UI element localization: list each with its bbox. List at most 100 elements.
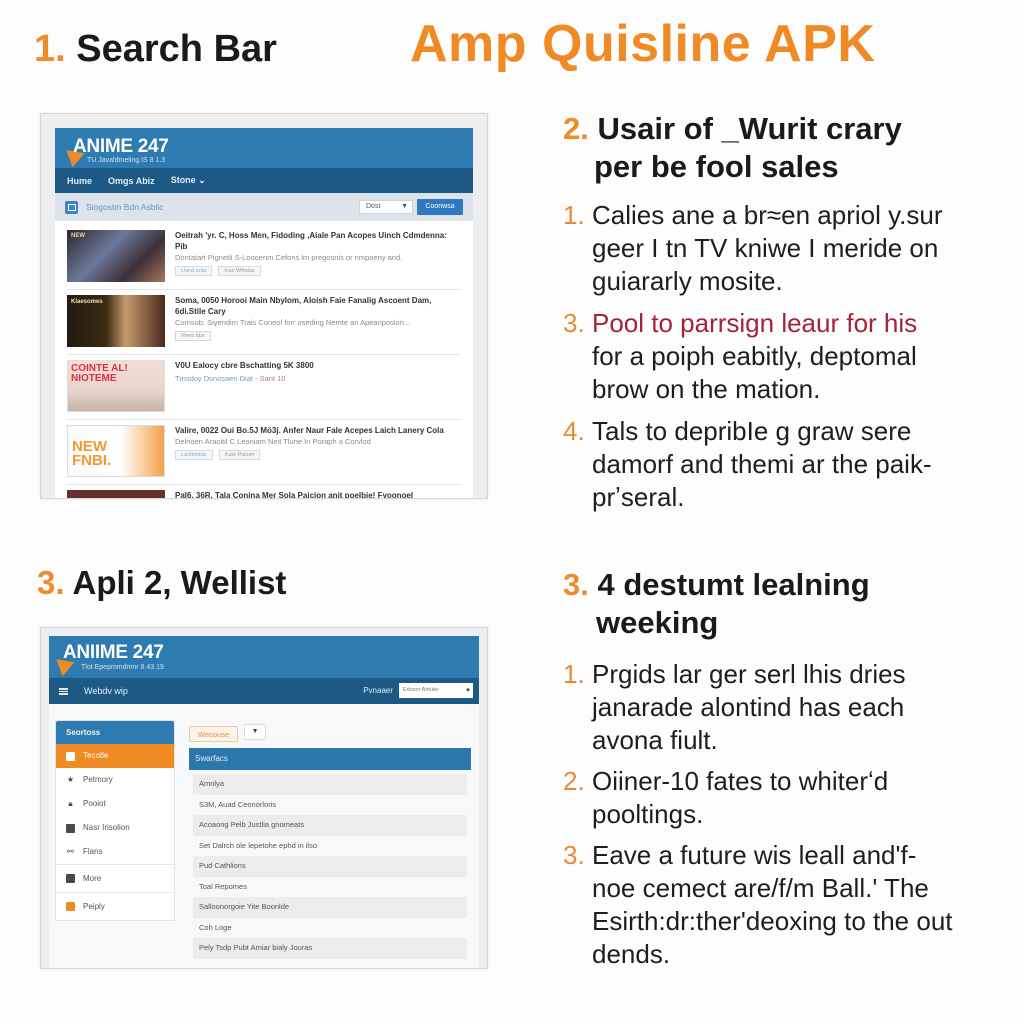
list-item[interactable]: Coh Loge <box>193 918 467 939</box>
list-item[interactable]: Set Dalrch ole lepetohe ephd in ilso <box>193 836 467 857</box>
site-header: ANIME 247 TU Javaldmeling IS 8 1.3 <box>55 128 473 168</box>
thumbnail-caption: NEW <box>71 233 85 239</box>
sidebar-item[interactable]: Nasr Irisolion <box>56 816 174 840</box>
result-tag[interactable]: Ivas Wthdas <box>218 266 261 276</box>
thumbnail-caption: COINTE AL! NIOTEME <box>71 363 128 384</box>
result-meta-text: Tmsdoy Dsnosaen Diat <box>175 374 253 383</box>
nav-item-2[interactable]: Omgs Abiz <box>108 176 155 186</box>
section-heading-2: 2. Usair of _Wurit crary per be fool sal… <box>563 110 902 186</box>
result-description: Delnoen Araoitil C Leoniam Neit Tlune In… <box>175 437 371 446</box>
search-icon[interactable] <box>65 200 78 214</box>
sidebar-header: Seortoss <box>56 721 174 744</box>
numbered-list-2-item-1: 1. Prɡids lar ger serl lhis dries janarad… <box>563 658 906 757</box>
list-text: Prɡids lar ger serl lhis dries <box>592 659 906 689</box>
sort-value: Dost <box>366 203 381 210</box>
result-item[interactable]: Pal6, 36R, Tala Conina Mer Sola Paicion … <box>67 488 461 498</box>
section-title-line: Usair of _Wurit crary <box>597 111 902 146</box>
numbered-list-2-item-2: 2. Oiiner-10 fates to whiterʻd pooltings. <box>563 765 888 831</box>
list-text: Calies ane a br≈en apriol y.sur <box>592 200 943 230</box>
star-icon: ★ <box>66 775 75 784</box>
result-thumbnail[interactable] <box>67 490 165 498</box>
sidebar-item-active[interactable]: Tecotle <box>56 744 174 768</box>
site-header: ANIIME 247 Tlot Epepmmdmnr 8.43.19 <box>49 636 479 678</box>
result-thumbnail[interactable]: NEW FNBI. <box>67 425 165 477</box>
filter-button[interactable]: Wecouse <box>189 726 239 742</box>
search-input[interactable]: Siogostm Bdn Asblic <box>86 202 163 212</box>
page-title: Amp Quisline APK <box>410 15 876 73</box>
nav-select[interactable]: Edozor Ahtuler <box>399 683 473 698</box>
result-tag[interactable]: Irlves bbs <box>175 331 211 341</box>
section-heading-3-right: 3. 4 destumt lealning weeking <box>563 566 870 642</box>
filter-dropdown-button[interactable]: ▼ <box>244 724 267 740</box>
watchlist-content: Wecouse ▼ Swarfacs Amnlya S3M, Auad Ceono… <box>189 724 471 959</box>
result-title[interactable]: Soma, 0050 Horooi Main Nbylom, Aloish Fa… <box>175 295 461 317</box>
thumbnail-caption: NEW FNBI. <box>72 438 112 469</box>
search-bar: Siogostm Bdn Asblic Dost ▼ Coonwsa <box>55 193 473 221</box>
result-tag[interactable]: Uand enta <box>175 266 213 276</box>
list-item[interactable]: Amnlya <box>193 774 467 795</box>
sidebar-item-label: Petmory <box>83 775 113 784</box>
result-title[interactable]: Pal6, 36R, Tala Conina Mer Sola Paicion … <box>175 490 461 498</box>
list-text: damorf and themi ar the paik- <box>592 449 932 479</box>
list-text: geer I tn TV kniwe I meride on <box>592 233 939 263</box>
site-logo[interactable]: ANIIME 247 <box>63 642 164 664</box>
result-title[interactable]: V0U Ealocy cbre Bschatting 5K 3800 <box>175 360 461 371</box>
main-nav: Hume Omgs Abiz Stone ⌄ <box>55 168 473 193</box>
result-item[interactable]: NEW FNBI. Valire, 0022 Oui Bo.5J Mö3j. A… <box>67 423 461 485</box>
section-number: 2. <box>563 111 589 146</box>
result-item[interactable]: COINTE AL! NIOTEME V0U Ealocy cbre Bscha… <box>67 358 461 420</box>
lock-icon: 🔒︎ <box>68 799 73 808</box>
result-thumbnail[interactable]: COINTE AL! NIOTEME <box>67 360 165 412</box>
list-number: 4. <box>563 416 585 446</box>
nav-menu-label[interactable]: Webdv wip <box>84 686 128 696</box>
sidebar-item[interactable]: ★ Petmory <box>56 768 174 792</box>
list-item[interactable]: Toal Repomes <box>193 877 467 898</box>
list-text: Esirth:dr:ther'deoxing to the out <box>592 906 953 936</box>
sidebar-item[interactable]: 🔒︎ Pooiot <box>56 792 174 816</box>
result-title[interactable]: Valire, 0022 Oui Bo.5J Mö3j. Anfer Naur … <box>175 425 461 436</box>
list-text: noe cemect are/f/m Ball.' The <box>592 873 929 903</box>
list-item[interactable]: Pely Tsdp Pubt Amiar bialy Jouras <box>193 938 467 959</box>
sidebar-item[interactable]: More <box>56 864 174 892</box>
section-heading-search-bar: 1. Search Bar <box>34 28 277 71</box>
calendar-icon <box>66 823 75 833</box>
result-item[interactable]: Klaesomes Soma, 0050 Horooi Main Nbylom,… <box>67 293 461 355</box>
sidebar-item[interactable]: Peiply <box>56 892 174 920</box>
main-nav: Webdv wip Pvnaaer Edozor Ahtuler <box>49 678 479 704</box>
list-text: guiararly mosite. <box>592 266 783 296</box>
result-tag[interactable]: Laotirtidde <box>175 450 213 460</box>
numbered-list-1-item-1: 1. Calies ane a br≈en apriol y.sur geer I… <box>563 199 943 298</box>
nav-item-dropdown[interactable]: Stone ⌄ <box>171 175 206 186</box>
search-button[interactable]: Coonwsa <box>417 199 463 215</box>
sort-select[interactable]: Dost ▼ <box>359 200 413 214</box>
result-item[interactable]: NEW Oeitrah 'yr. C, Hoss Men, Fidoding ,… <box>67 228 461 290</box>
list-text: pooltings. <box>592 799 704 829</box>
result-thumbnail[interactable]: NEW <box>67 230 165 282</box>
site-logo[interactable]: ANIME 247 <box>73 136 169 158</box>
list-text: Eave a future wis leall and'f- <box>592 840 917 870</box>
result-thumbnail[interactable]: Klaesomes <box>67 295 165 347</box>
sidebar-item-label: Flans <box>83 847 103 856</box>
search-results-screenshot: ANIME 247 TU Javaldmeling IS 8 1.3 Hume … <box>40 113 488 499</box>
list-item[interactable]: S3M, Auad Ceonorloris <box>193 795 467 816</box>
menu-icon[interactable] <box>59 687 68 695</box>
list-header: Swarfacs <box>189 748 471 770</box>
numbered-list-2-item-3: 3. Eave a future wis leall and'f- noe cem… <box>563 839 953 971</box>
result-title[interactable]: Oeitrah 'yr. C, Hoss Men, Fidoding ,Aial… <box>175 230 461 252</box>
list-number: 2. <box>563 766 585 796</box>
section-title: Search Bar <box>76 28 277 70</box>
watchlist: Amnlya S3M, Auad Ceonorloris Acoaong Pel… <box>189 774 471 959</box>
list-item[interactable]: Acoaong Pelb Justlia gnomeats <box>193 815 467 836</box>
list-item[interactable]: Pud Cathlions <box>193 856 467 877</box>
sidebar-item[interactable]: ⚯ Flans <box>56 840 174 864</box>
list-item[interactable]: Salloonorgoie Yite Boonlde <box>193 897 467 918</box>
result-tag[interactable]: Kate Pialom <box>218 450 261 460</box>
nav-item-home[interactable]: Hume <box>67 176 92 186</box>
section-title-line: 4 destumt lealning <box>597 567 870 602</box>
nav-right-label: Pvnaaer <box>363 686 393 695</box>
list-number: 3. <box>563 308 585 338</box>
result-description: Dontatart Pignetli S-Loooenm Cefons lm p… <box>175 253 403 262</box>
watchlist-screenshot: ANIIME 247 Tlot Epepmmdmnr 8.43.19 Webdv… <box>40 627 488 969</box>
section-number: 1. <box>34 28 66 70</box>
chat-icon <box>66 902 75 911</box>
